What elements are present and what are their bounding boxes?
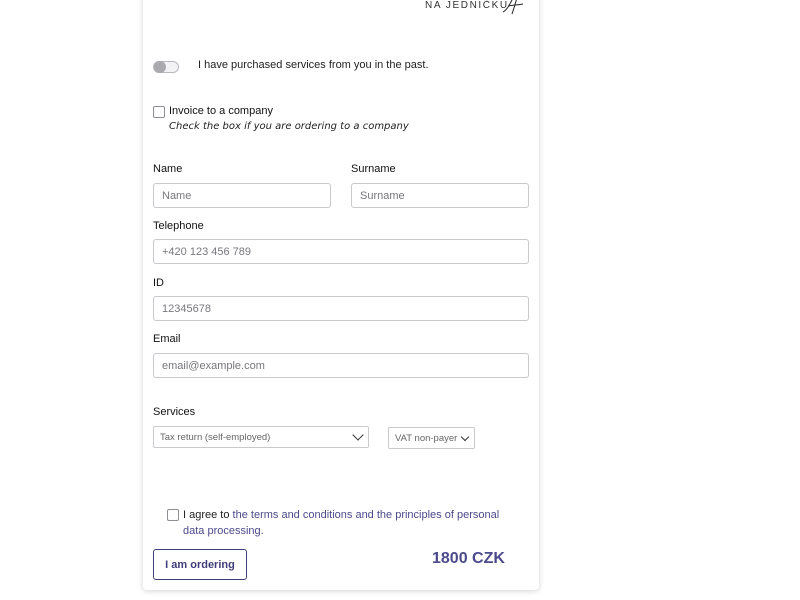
id-input[interactable] [153, 296, 529, 321]
surname-input[interactable] [351, 183, 529, 208]
returning-customer-label: I have purchased services from you in th… [198, 59, 429, 71]
email-input[interactable] [153, 353, 529, 378]
toggle-knob [154, 61, 166, 73]
invoice-company-hint: Check the box if you are ordering to a c… [169, 121, 409, 132]
services-label: Services [153, 406, 196, 418]
returning-customer-toggle[interactable] [153, 61, 179, 73]
chevron-down-icon [352, 429, 364, 441]
brand-logo-icon [502, 0, 524, 15]
surname-label: Surname [351, 163, 396, 175]
order-button[interactable]: I am ordering [153, 549, 247, 580]
telephone-label: Telephone [153, 220, 204, 232]
vat-select[interactable]: VAT non-payer [388, 427, 475, 449]
chevron-down-icon [460, 432, 470, 441]
order-price: 1800 CZK [432, 550, 505, 567]
name-label: Name [153, 163, 183, 175]
order-form-card: NA JEDNIČKU I have purchased services fr… [143, 0, 539, 590]
terms-prefix: I agree to [183, 509, 233, 521]
invoice-company-checkbox[interactable] [153, 106, 165, 118]
vat-select-value: VAT non-payer [395, 432, 458, 444]
id-label: ID [153, 277, 164, 289]
service-select-value: Tax return (self-employed) [160, 431, 271, 443]
terms-checkbox[interactable] [167, 509, 179, 521]
invoice-company-label: Invoice to a company [169, 105, 273, 117]
service-select[interactable]: Tax return (self-employed) [153, 426, 369, 448]
telephone-input[interactable] [153, 239, 529, 264]
name-input[interactable] [153, 183, 331, 208]
terms-text: I agree to the terms and conditions and … [183, 507, 523, 539]
email-label: Email [153, 333, 181, 345]
brand-name: NA JEDNIČKU [425, 0, 509, 11]
